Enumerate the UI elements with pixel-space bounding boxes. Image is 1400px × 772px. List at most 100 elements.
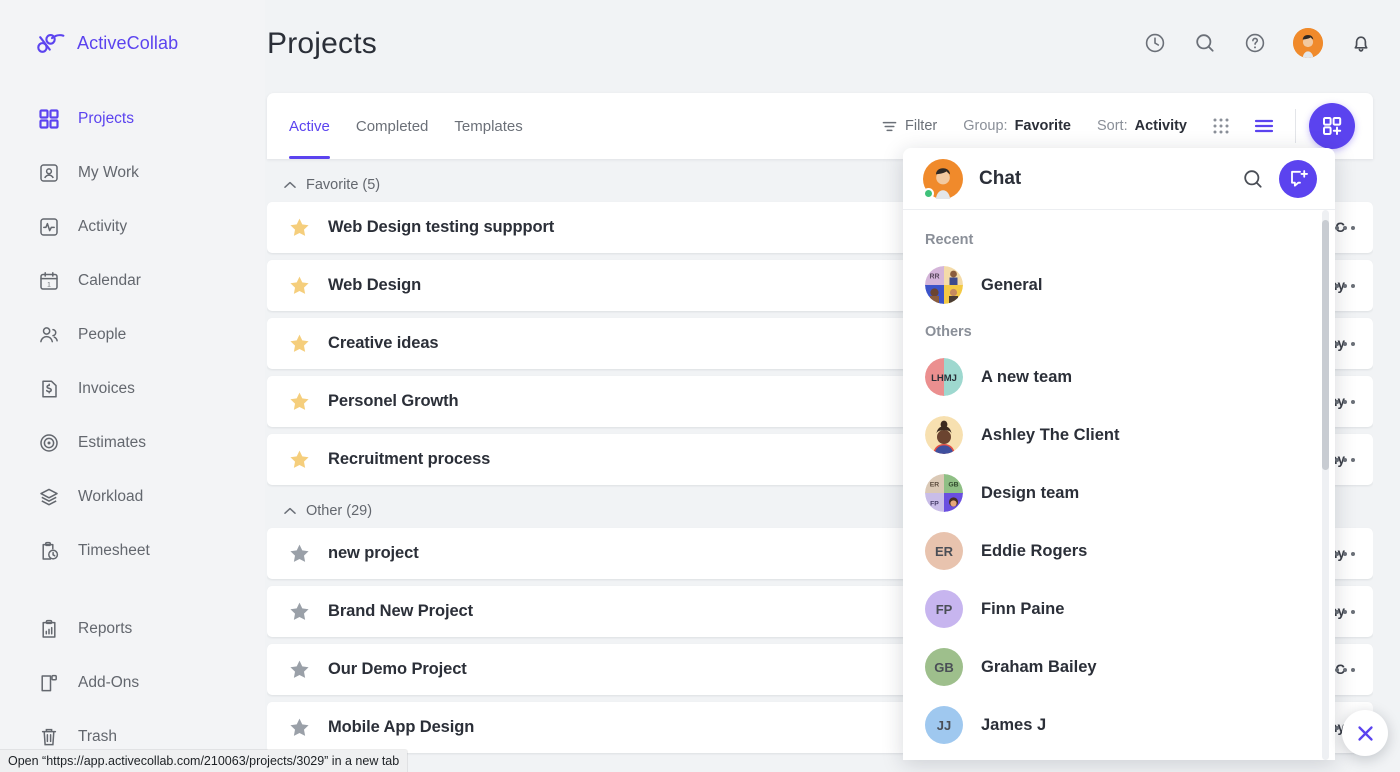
filter-button[interactable]: Filter [868, 109, 950, 143]
project-name: Brand New Project [328, 602, 473, 621]
list-item[interactable]: ER GB FP Design team [903, 464, 1335, 522]
clock-icon[interactable] [1143, 31, 1167, 55]
chat-name: Finn Paine [981, 600, 1064, 619]
sidebar-item-my-work[interactable]: My Work [0, 146, 265, 200]
project-name: Creative ideas [328, 334, 439, 353]
status-bar: Open “https://app.activecollab.com/21006… [0, 750, 407, 772]
project-name: Our Demo Project [328, 660, 467, 679]
star-icon[interactable] [289, 659, 310, 680]
list-item[interactable]: FP Finn Paine [903, 580, 1335, 638]
list-item[interactable]: GB Graham Bailey [903, 638, 1335, 696]
trash-icon [38, 726, 60, 748]
chat-name: Graham Bailey [981, 658, 1097, 677]
sort-selector[interactable]: Sort: Activity [1084, 109, 1200, 143]
search-icon[interactable] [1193, 31, 1217, 55]
chat-panel: Chat [903, 148, 1335, 760]
people-icon [38, 324, 60, 346]
person-box-icon [38, 162, 60, 184]
sidebar-item-reports[interactable]: Reports [0, 602, 265, 656]
star-icon-filled[interactable] [289, 217, 310, 238]
sidebar: ActiveCollab Projects [0, 0, 265, 772]
list-item[interactable]: RR General [903, 256, 1335, 314]
row-menu-button[interactable] [1335, 552, 1355, 556]
new-chat-button[interactable] [1279, 160, 1317, 198]
toolbar-divider [1295, 109, 1296, 143]
project-name: Recruitment process [328, 450, 490, 469]
sidebar-item-estimates[interactable]: Estimates [0, 416, 265, 470]
list-item[interactable]: ER Eddie Rogers [903, 522, 1335, 580]
online-status-dot [923, 188, 934, 199]
star-icon[interactable] [289, 543, 310, 564]
header-actions [1143, 28, 1373, 58]
star-icon[interactable] [289, 601, 310, 622]
row-menu-button[interactable] [1335, 284, 1355, 288]
row-menu-button[interactable] [1335, 610, 1355, 614]
sidebar-item-addons[interactable]: Add-Ons [0, 656, 265, 710]
sidebar-item-label: Add-Ons [78, 674, 139, 692]
sidebar-item-timesheet[interactable]: Timesheet [0, 524, 265, 578]
sidebar-item-projects[interactable]: Projects [0, 92, 265, 146]
avatar-split: LHMJ [925, 358, 963, 396]
row-menu-button[interactable] [1335, 400, 1355, 404]
list-item[interactable]: Ashley The Client [903, 406, 1335, 464]
star-icon[interactable] [289, 717, 310, 738]
add-project-button[interactable] [1309, 103, 1355, 149]
brand-logo[interactable]: ActiveCollab [0, 0, 265, 56]
row-menu-button[interactable] [1335, 668, 1355, 672]
close-chat-button[interactable] [1342, 710, 1388, 756]
list-view-button[interactable] [1242, 116, 1286, 136]
close-icon [1355, 723, 1376, 744]
list-item[interactable]: LHMJ A new team [903, 348, 1335, 406]
project-name: Web Design testing suppport [328, 218, 554, 237]
avatar-initials-text: GB [925, 648, 963, 686]
star-icon-filled[interactable] [289, 275, 310, 296]
tab-active[interactable]: Active [289, 93, 330, 159]
tab-completed[interactable]: Completed [356, 93, 429, 159]
tab-templates[interactable]: Templates [454, 93, 522, 159]
list-item[interactable]: JJ James J [903, 696, 1335, 754]
tab-label: Completed [356, 118, 429, 135]
sidebar-item-activity[interactable]: Activity [0, 200, 265, 254]
avatar-group-photo: RR [925, 266, 963, 304]
chat-scrollbar-thumb[interactable] [1322, 220, 1329, 470]
sidebar-item-people[interactable]: People [0, 308, 265, 362]
sidebar-item-label: Projects [78, 110, 134, 128]
reports-icon [38, 618, 60, 640]
chat-user-avatar[interactable] [923, 159, 963, 199]
sort-value: Activity [1135, 118, 1187, 134]
row-menu-button[interactable] [1335, 226, 1355, 230]
chat-list[interactable]: Recent RR [903, 210, 1335, 760]
bell-icon[interactable] [1349, 31, 1373, 55]
star-icon-filled[interactable] [289, 449, 310, 470]
toolbar-actions: Filter Group: Favorite Sort: Activity [868, 103, 1373, 149]
sidebar-item-workload[interactable]: Workload [0, 470, 265, 524]
sidebar-nav: Projects My Work [0, 92, 265, 764]
layers-icon [38, 486, 60, 508]
add-project-icon [1320, 114, 1344, 138]
chat-name: Eddie Rogers [981, 542, 1087, 561]
avatar-initials: ER [925, 532, 963, 570]
invoice-icon [38, 378, 60, 400]
search-icon[interactable] [1241, 167, 1265, 191]
avatar-initials: GB [925, 648, 963, 686]
grid-dots-icon [1211, 116, 1231, 136]
avatar[interactable] [1293, 28, 1323, 58]
filter-icon [881, 118, 898, 135]
calendar-icon: 1 [38, 270, 60, 292]
chat-header-actions [1241, 160, 1317, 198]
sidebar-item-calendar[interactable]: 1 Calendar [0, 254, 265, 308]
grid-view-button[interactable] [1200, 116, 1242, 136]
help-icon[interactable] [1243, 31, 1267, 55]
sidebar-item-invoices[interactable]: Invoices [0, 362, 265, 416]
star-icon-filled[interactable] [289, 333, 310, 354]
row-menu-button[interactable] [1335, 342, 1355, 346]
tab-label: Active [289, 118, 330, 135]
group-selector[interactable]: Group: Favorite [950, 109, 1084, 143]
sidebar-item-label: Trash [78, 728, 117, 746]
star-icon-filled[interactable] [289, 391, 310, 412]
tab-label: Templates [454, 118, 522, 135]
chat-name: Ashley The Client [981, 426, 1119, 445]
project-name: Mobile App Design [328, 718, 474, 737]
row-menu-button[interactable] [1335, 458, 1355, 462]
svg-text:FP: FP [930, 500, 939, 507]
